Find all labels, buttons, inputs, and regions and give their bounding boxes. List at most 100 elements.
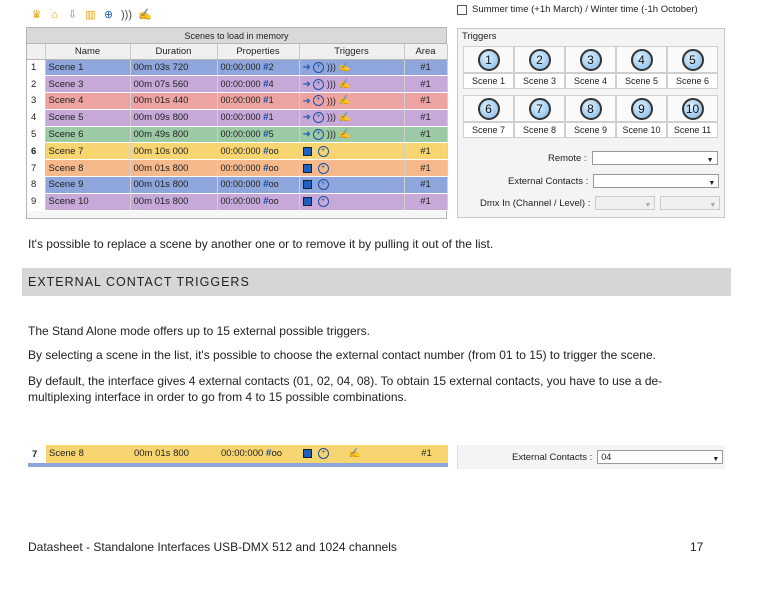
scene-row[interactable]: 2 Scene 3 00m 07s 560 00:00:000 #4 ➜ +))) ✍ #1 [27, 75, 448, 94]
scene-duration: 00m 01s 800 [130, 159, 218, 178]
dmx-channel-select[interactable]: ▼ [595, 196, 656, 210]
home-icon[interactable]: ⌂ [48, 9, 61, 22]
trigger-number: 6 [477, 97, 500, 120]
trigger-button[interactable]: 9 [616, 95, 667, 122]
remote-square-icon [302, 197, 312, 207]
trigger-button[interactable]: 10 [667, 95, 718, 122]
dmx-level-select[interactable]: ▼ [660, 196, 721, 210]
target-icon: + [312, 78, 324, 90]
external-contacts-select[interactable]: ▼ [593, 174, 720, 188]
scene-area: #1 [404, 59, 448, 77]
example-external-label: External Contacts : [512, 451, 593, 463]
target-icon: + [318, 447, 329, 459]
row-index: 4 [27, 109, 46, 127]
scene-row[interactable]: 3 Scene 4 00m 01s 440 00:00:000 #1 ➜ +))) ✍ #1 [27, 92, 448, 110]
remote-row: Remote : ▼ [548, 151, 718, 165]
scene-properties: 00:00:000 #oo [217, 176, 300, 194]
col-properties[interactable]: Properties [217, 44, 300, 60]
example-row-index: 7 [32, 448, 38, 460]
scene-area: #1 [404, 159, 448, 178]
scene-properties: 00:00:000 #oo [217, 142, 300, 161]
summer-time-label: Summer time (+1h March) / Winter time (-… [472, 4, 698, 15]
example-external-select[interactable]: 04 ▼ [597, 450, 724, 464]
scene-name: Scene 6 [45, 126, 131, 144]
trigger-scene-label: Scene 7 [463, 122, 514, 138]
trigger-button[interactable]: 6 [463, 95, 514, 122]
scene-prop: oo [268, 162, 279, 173]
scene-duration: 00m 07s 560 [130, 75, 218, 94]
col-duration[interactable]: Duration [130, 44, 218, 60]
section-heading: EXTERNAL CONTACT TRIGGERS [22, 268, 731, 296]
target-icon: + [312, 95, 324, 107]
example-table-row[interactable]: 7 Scene 8 00m 01s 800 00:00:000 #oo + ✍ … [28, 445, 448, 463]
summer-time-option[interactable]: Summer time (+1h March) / Winter time (-… [457, 4, 698, 15]
hand-icon: ✍ [348, 448, 361, 459]
scene-time: 00:00:000 [220, 196, 261, 207]
wave-icon[interactable]: ))) [120, 9, 133, 22]
remote-square-icon [302, 146, 312, 156]
trigger-button[interactable]: 2 [514, 46, 565, 73]
trigger-button[interactable]: 1 [463, 46, 514, 73]
row-index: 6 [27, 142, 46, 161]
scene-properties: 00:00:000 #1 [217, 92, 300, 110]
scene-triggers: + [299, 159, 405, 178]
target-icon[interactable]: ⊕ [102, 9, 115, 22]
trigger-scene-label: Scene 3 [514, 73, 565, 89]
hand-icon[interactable]: ✍ [138, 9, 152, 22]
scene-prop: 1 [268, 95, 274, 106]
trigger-button[interactable]: 7 [514, 95, 565, 122]
scene-duration: 00m 10s 000 [130, 142, 218, 161]
scene-properties: 00:00:000 #5 [217, 126, 300, 144]
scene-properties: 00:00:000 #oo [217, 193, 300, 211]
columns-icon[interactable]: ▥ [84, 9, 97, 22]
hand-icon: ✍ [338, 112, 351, 124]
scene-properties: 00:00:000 #2 [217, 59, 300, 77]
scene-row[interactable]: 6 Scene 7 00m 10s 000 00:00:000 #oo + #1 [27, 142, 448, 161]
trigger-number: 7 [528, 97, 551, 120]
scene-duration: 00m 03s 720 [130, 59, 218, 77]
summer-time-checkbox[interactable] [457, 4, 467, 15]
wave-icon: ))) [326, 129, 336, 140]
trigger-button[interactable]: 3 [565, 46, 616, 73]
example-external-panel: External Contacts : 04 ▼ [457, 445, 725, 469]
hand-icon: ✍ [338, 95, 351, 107]
col-triggers[interactable]: Triggers [299, 44, 405, 60]
scene-row[interactable]: 8 Scene 9 00m 01s 800 00:00:000 #oo + #1 [27, 176, 448, 194]
col-name[interactable]: Name [45, 44, 131, 60]
example-external-value: 04 [601, 452, 612, 462]
scene-row[interactable]: 4 Scene 5 00m 09s 800 00:00:000 #1 ➜ +))) ✍ #1 [27, 109, 448, 127]
row-index: 2 [27, 75, 46, 94]
trigger-button[interactable]: 5 [667, 46, 718, 73]
scene-name: Scene 10 [45, 193, 131, 211]
trigger-button[interactable]: 4 [616, 46, 667, 73]
scene-prop: 5 [268, 129, 274, 140]
scene-row[interactable]: 5 Scene 6 00m 49s 800 00:00:000 #5 ➜ +))) ✍ #1 [27, 126, 448, 144]
toolbar: ♛ ⌂ ⇩ ▥ ⊕ ))) ✍ [30, 6, 152, 24]
scene-time: 00:00:000 [220, 112, 261, 123]
target-icon: + [317, 196, 329, 208]
arrow-down-icon[interactable]: ⇩ [66, 9, 79, 22]
scene-triggers: ➜ +))) ✍ [299, 126, 405, 144]
external-contacts-label: External Contacts : [508, 175, 589, 187]
crown-icon[interactable]: ♛ [30, 9, 43, 22]
trigger-scene-label: Scene 10 [616, 122, 667, 138]
scene-triggers: ➜ +))) ✍ [299, 59, 405, 77]
scene-name: Scene 5 [45, 109, 131, 127]
trigger-button[interactable]: 8 [565, 95, 616, 122]
scene-properties: 00:00:000 #1 [217, 109, 300, 127]
external-contacts-row: External Contacts : ▼ [508, 174, 720, 188]
scene-row[interactable]: 1 Scene 1 00m 03s 720 00:00:000 #2 ➜ +))) ✍ #1 [27, 59, 448, 77]
scene-row[interactable]: 7 Scene 8 00m 01s 800 00:00:000 #oo + #1 [27, 159, 448, 178]
footer-title: Datasheet - Standalone Interfaces USB-DM… [28, 540, 397, 554]
scene-duration: 00m 49s 800 [130, 126, 218, 144]
remote-select[interactable]: ▼ [591, 151, 718, 165]
dmx-in-label: Dmx In (Channel / Level) : [480, 197, 591, 209]
trigger-scene-label: Scene 4 [565, 73, 616, 89]
example-row-prop: oo [271, 448, 283, 459]
scene-duration: 00m 01s 440 [130, 92, 218, 110]
row-index: 8 [27, 176, 46, 194]
scene-time: 00:00:000 [220, 61, 261, 72]
col-area[interactable]: Area [404, 44, 448, 60]
arrow-right-icon: ➜ [302, 129, 311, 141]
scene-row[interactable]: 9 Scene 10 00m 01s 800 00:00:000 #oo + #1 [27, 193, 448, 211]
